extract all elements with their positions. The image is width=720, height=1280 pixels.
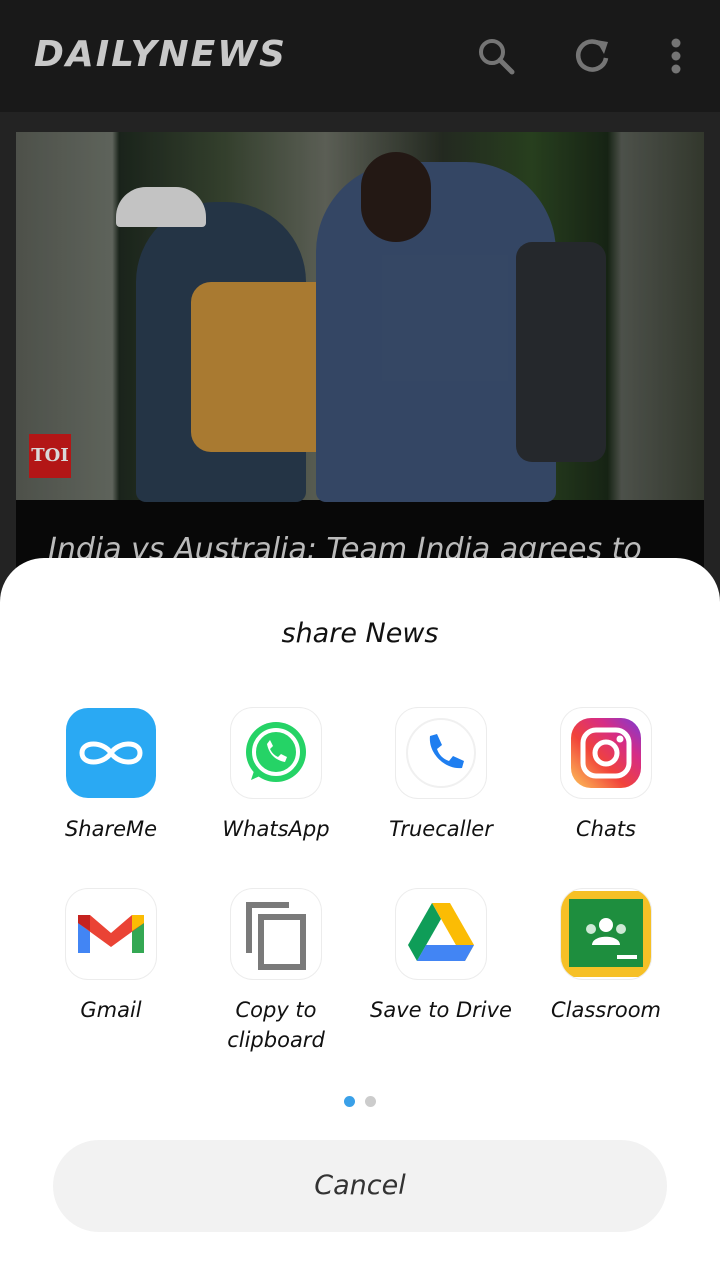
page-dot-active[interactable] xyxy=(344,1096,355,1107)
share-target-label: Classroom xyxy=(550,998,662,1022)
classroom-icon xyxy=(561,889,651,979)
share-target-classroom[interactable]: Classroom xyxy=(526,889,686,1025)
share-target-label: ShareMe xyxy=(64,817,158,841)
share-target-gmail[interactable]: Gmail xyxy=(31,889,191,1025)
share-target-label: WhatsApp xyxy=(222,817,330,841)
share-target-drive[interactable]: Save to Drive xyxy=(361,889,521,1025)
share-target-label: Copy to clipboard xyxy=(227,998,325,1052)
share-target-label: Chats xyxy=(575,817,637,841)
share-target-whatsapp[interactable]: WhatsApp xyxy=(196,708,356,844)
share-target-truecaller[interactable]: Truecaller xyxy=(361,708,521,844)
page-dot[interactable] xyxy=(365,1096,376,1107)
gmail-icon xyxy=(66,889,156,979)
share-target-copy[interactable]: Copy to clipboard xyxy=(196,889,356,1055)
share-target-label: Save to Drive xyxy=(370,998,512,1022)
share-target-label: Truecaller xyxy=(389,817,493,841)
instagram-icon xyxy=(561,708,651,798)
drive-icon xyxy=(396,889,486,979)
truecaller-icon xyxy=(396,708,486,798)
cancel-button[interactable]: Cancel xyxy=(53,1140,667,1232)
page-indicator xyxy=(0,1092,720,1111)
share-sheet-title: share News xyxy=(281,618,439,649)
share-target-instagram-chats[interactable]: Chats xyxy=(526,708,686,844)
copy-icon xyxy=(231,889,321,979)
share-target-label: Gmail xyxy=(80,998,142,1022)
shareme-icon xyxy=(66,708,156,798)
share-target-shareme[interactable]: ShareMe xyxy=(31,708,191,844)
whatsapp-icon xyxy=(231,708,321,798)
share-sheet: share News ShareMe WhatsApp Truecaller C… xyxy=(0,558,720,1280)
